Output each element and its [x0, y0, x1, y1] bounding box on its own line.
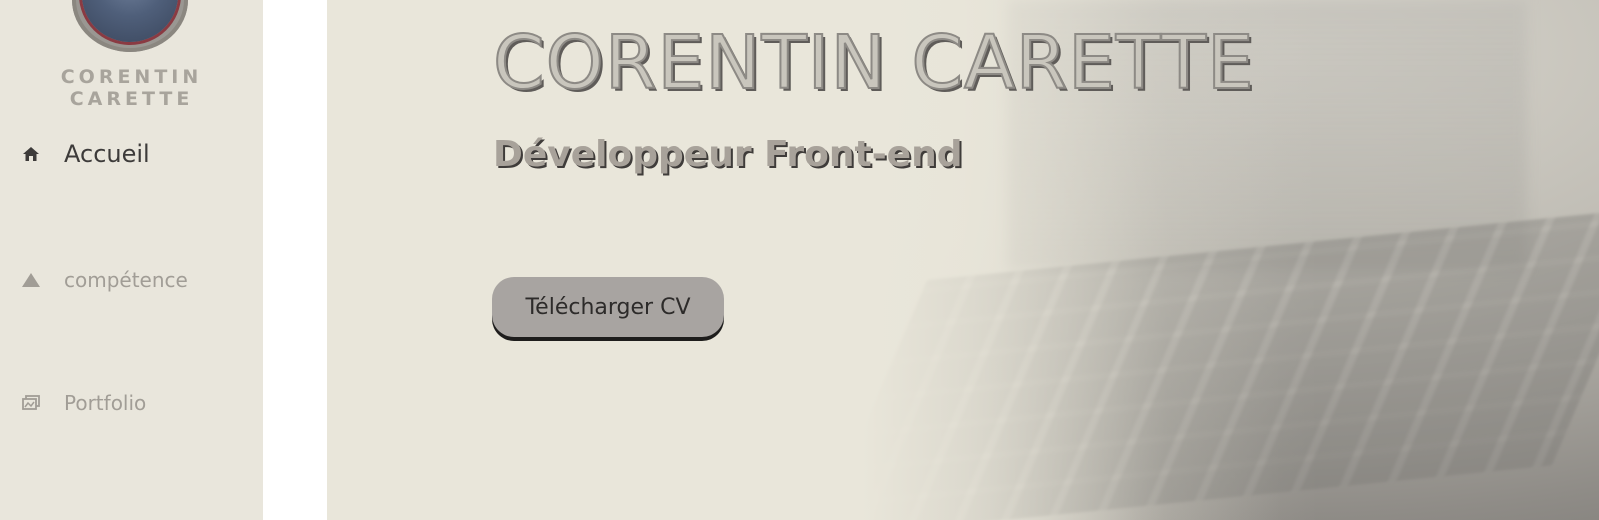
- triangle-icon: [20, 269, 42, 291]
- avatar-photo: [82, 0, 178, 42]
- sidebar-item-label: compétence: [64, 268, 188, 292]
- hero-section: CORENTIN CARETTE Développeur Front-end T…: [327, 0, 1599, 520]
- sidebar-item-label: Portfolio: [64, 391, 147, 415]
- page-gap: [263, 0, 327, 520]
- home-icon: [20, 143, 42, 165]
- brand-name: CORENTIN CARETTE: [60, 66, 203, 110]
- avatar[interactable]: [72, 0, 188, 52]
- download-cv-button[interactable]: Télécharger CV: [492, 277, 724, 337]
- hero-subtitle: Développeur Front-end: [493, 134, 963, 175]
- sidebar-item-portfolio[interactable]: Portfolio: [20, 391, 146, 415]
- sidebar-item-label: Accueil: [64, 140, 150, 168]
- hero-title: CORENTIN CARETTE: [492, 19, 1255, 107]
- sidebar-item-accueil[interactable]: Accueil: [20, 140, 150, 168]
- images-icon: [20, 392, 42, 414]
- sidebar: CORENTIN CARETTE Accueil compétence Port…: [0, 0, 263, 520]
- sidebar-item-competence[interactable]: compétence: [20, 268, 188, 292]
